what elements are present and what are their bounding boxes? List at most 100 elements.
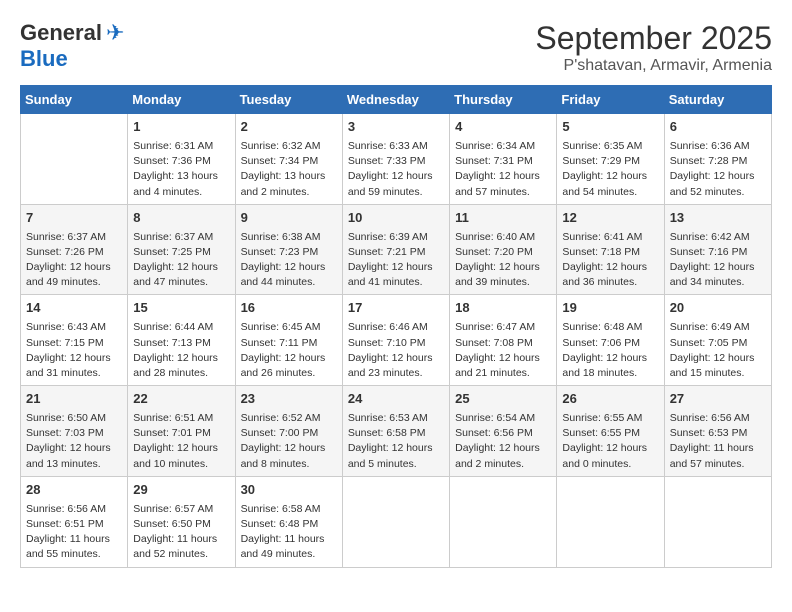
column-header-sunday: Sunday bbox=[21, 86, 128, 114]
logo-text-blue: Blue bbox=[20, 46, 68, 72]
day-number: 5 bbox=[562, 118, 658, 137]
page-header: General ✈ Blue September 2025 P'shatavan… bbox=[20, 20, 772, 75]
calendar-cell bbox=[450, 476, 557, 567]
day-info: Sunrise: 6:35 AMSunset: 7:29 PMDaylight:… bbox=[562, 139, 658, 200]
calendar-week-4: 21 Sunrise: 6:50 AMSunset: 7:03 PMDayligh… bbox=[21, 386, 772, 477]
day-info: Sunrise: 6:47 AMSunset: 7:08 PMDaylight:… bbox=[455, 320, 551, 381]
column-header-tuesday: Tuesday bbox=[235, 86, 342, 114]
month-title: September 2025 bbox=[535, 20, 772, 57]
day-info: Sunrise: 6:49 AMSunset: 7:05 PMDaylight:… bbox=[670, 320, 766, 381]
day-info: Sunrise: 6:44 AMSunset: 7:13 PMDaylight:… bbox=[133, 320, 229, 381]
logo-bird-icon: ✈ bbox=[106, 20, 124, 46]
calendar-cell: 22 Sunrise: 6:51 AMSunset: 7:01 PMDayligh… bbox=[128, 386, 235, 477]
calendar-table: SundayMondayTuesdayWednesdayThursdayFrid… bbox=[20, 85, 772, 568]
calendar-week-1: 1Sunrise: 6:31 AMSunset: 7:36 PMDaylight… bbox=[21, 114, 772, 205]
calendar-cell: 20 Sunrise: 6:49 AMSunset: 7:05 PMDayligh… bbox=[664, 295, 771, 386]
day-number: 6 bbox=[670, 118, 766, 137]
day-info: Sunrise: 6:34 AMSunset: 7:31 PMDaylight:… bbox=[455, 139, 551, 200]
day-info: Sunrise: 6:37 AMSunset: 7:26 PMDaylight:… bbox=[26, 230, 122, 291]
day-info: Sunrise: 6:43 AMSunset: 7:15 PMDaylight:… bbox=[26, 320, 122, 381]
day-info: Sunrise: 6:40 AMSunset: 7:20 PMDaylight:… bbox=[455, 230, 551, 291]
day-number: 24 bbox=[348, 390, 444, 409]
day-number: 20 bbox=[670, 299, 766, 318]
calendar-cell: 23 Sunrise: 6:52 AMSunset: 7:00 PMDayligh… bbox=[235, 386, 342, 477]
day-number: 12 bbox=[562, 209, 658, 228]
day-number: 7 bbox=[26, 209, 122, 228]
calendar-cell: 26Sunrise: 6:55 AMSunset: 6:55 PMDayligh… bbox=[557, 386, 664, 477]
calendar-cell: 2 Sunrise: 6:32 AMSunset: 7:34 PMDaylight… bbox=[235, 114, 342, 205]
day-info: Sunrise: 6:55 AMSunset: 6:55 PMDaylight:… bbox=[562, 411, 658, 472]
day-number: 13 bbox=[670, 209, 766, 228]
calendar-cell: 19 Sunrise: 6:48 AMSunset: 7:06 PMDayligh… bbox=[557, 295, 664, 386]
calendar-cell: 5 Sunrise: 6:35 AMSunset: 7:29 PMDaylight… bbox=[557, 114, 664, 205]
day-number: 29 bbox=[133, 481, 229, 500]
calendar-body: 1Sunrise: 6:31 AMSunset: 7:36 PMDaylight… bbox=[21, 114, 772, 568]
logo-text-general: General bbox=[20, 20, 102, 46]
day-info: Sunrise: 6:42 AMSunset: 7:16 PMDaylight:… bbox=[670, 230, 766, 291]
day-number: 4 bbox=[455, 118, 551, 137]
calendar-cell: 29 Sunrise: 6:57 AMSunset: 6:50 PMDayligh… bbox=[128, 476, 235, 567]
day-info: Sunrise: 6:33 AMSunset: 7:33 PMDaylight:… bbox=[348, 139, 444, 200]
calendar-cell bbox=[664, 476, 771, 567]
day-number: 19 bbox=[562, 299, 658, 318]
day-number: 21 bbox=[26, 390, 122, 409]
day-info: Sunrise: 6:36 AMSunset: 7:28 PMDaylight:… bbox=[670, 139, 766, 200]
column-header-friday: Friday bbox=[557, 86, 664, 114]
calendar-cell: 8 Sunrise: 6:37 AMSunset: 7:25 PMDaylight… bbox=[128, 204, 235, 295]
calendar-week-3: 14Sunrise: 6:43 AMSunset: 7:15 PMDayligh… bbox=[21, 295, 772, 386]
calendar-cell: 14Sunrise: 6:43 AMSunset: 7:15 PMDayligh… bbox=[21, 295, 128, 386]
day-number: 2 bbox=[241, 118, 337, 137]
day-number: 30 bbox=[241, 481, 337, 500]
day-number: 25 bbox=[455, 390, 551, 409]
day-info: Sunrise: 6:32 AMSunset: 7:34 PMDaylight:… bbox=[241, 139, 337, 200]
column-header-thursday: Thursday bbox=[450, 86, 557, 114]
day-info: Sunrise: 6:52 AMSunset: 7:00 PMDaylight:… bbox=[241, 411, 337, 472]
calendar-cell: 4 Sunrise: 6:34 AMSunset: 7:31 PMDaylight… bbox=[450, 114, 557, 205]
calendar-cell bbox=[342, 476, 449, 567]
calendar-cell: 15 Sunrise: 6:44 AMSunset: 7:13 PMDayligh… bbox=[128, 295, 235, 386]
calendar-cell: 10Sunrise: 6:39 AMSunset: 7:21 PMDayligh… bbox=[342, 204, 449, 295]
calendar-header-row: SundayMondayTuesdayWednesdayThursdayFrid… bbox=[21, 86, 772, 114]
day-info: Sunrise: 6:56 AMSunset: 6:51 PMDaylight:… bbox=[26, 502, 122, 563]
calendar-cell: 18 Sunrise: 6:47 AMSunset: 7:08 PMDayligh… bbox=[450, 295, 557, 386]
calendar-cell: 25Sunrise: 6:54 AMSunset: 6:56 PMDayligh… bbox=[450, 386, 557, 477]
calendar-week-2: 7 Sunrise: 6:37 AMSunset: 7:26 PMDaylight… bbox=[21, 204, 772, 295]
calendar-cell: 28 Sunrise: 6:56 AMSunset: 6:51 PMDayligh… bbox=[21, 476, 128, 567]
title-area: September 2025 P'shatavan, Armavir, Arme… bbox=[535, 20, 772, 75]
column-header-wednesday: Wednesday bbox=[342, 86, 449, 114]
calendar-cell: 21 Sunrise: 6:50 AMSunset: 7:03 PMDayligh… bbox=[21, 386, 128, 477]
day-info: Sunrise: 6:57 AMSunset: 6:50 PMDaylight:… bbox=[133, 502, 229, 563]
logo: General ✈ Blue bbox=[20, 20, 124, 72]
day-number: 16 bbox=[241, 299, 337, 318]
day-info: Sunrise: 6:45 AMSunset: 7:11 PMDaylight:… bbox=[241, 320, 337, 381]
column-header-saturday: Saturday bbox=[664, 86, 771, 114]
day-number: 22 bbox=[133, 390, 229, 409]
day-info: Sunrise: 6:50 AMSunset: 7:03 PMDaylight:… bbox=[26, 411, 122, 472]
day-number: 1 bbox=[133, 118, 229, 137]
calendar-cell: 9Sunrise: 6:38 AMSunset: 7:23 PMDaylight… bbox=[235, 204, 342, 295]
day-info: Sunrise: 6:41 AMSunset: 7:18 PMDaylight:… bbox=[562, 230, 658, 291]
column-header-monday: Monday bbox=[128, 86, 235, 114]
day-info: Sunrise: 6:38 AMSunset: 7:23 PMDaylight:… bbox=[241, 230, 337, 291]
day-info: Sunrise: 6:53 AMSunset: 6:58 PMDaylight:… bbox=[348, 411, 444, 472]
day-info: Sunrise: 6:37 AMSunset: 7:25 PMDaylight:… bbox=[133, 230, 229, 291]
day-info: Sunrise: 6:48 AMSunset: 7:06 PMDaylight:… bbox=[562, 320, 658, 381]
day-number: 15 bbox=[133, 299, 229, 318]
calendar-cell: 7 Sunrise: 6:37 AMSunset: 7:26 PMDaylight… bbox=[21, 204, 128, 295]
day-number: 11 bbox=[455, 209, 551, 228]
location-title: P'shatavan, Armavir, Armenia bbox=[535, 57, 772, 75]
calendar-cell: 11 Sunrise: 6:40 AMSunset: 7:20 PMDayligh… bbox=[450, 204, 557, 295]
day-number: 23 bbox=[241, 390, 337, 409]
day-info: Sunrise: 6:51 AMSunset: 7:01 PMDaylight:… bbox=[133, 411, 229, 472]
day-number: 18 bbox=[455, 299, 551, 318]
calendar-cell: 30Sunrise: 6:58 AMSunset: 6:48 PMDayligh… bbox=[235, 476, 342, 567]
calendar-cell: 27Sunrise: 6:56 AMSunset: 6:53 PMDayligh… bbox=[664, 386, 771, 477]
day-number: 28 bbox=[26, 481, 122, 500]
day-number: 8 bbox=[133, 209, 229, 228]
calendar-cell: 1Sunrise: 6:31 AMSunset: 7:36 PMDaylight… bbox=[128, 114, 235, 205]
calendar-cell bbox=[21, 114, 128, 205]
calendar-cell bbox=[557, 476, 664, 567]
day-number: 10 bbox=[348, 209, 444, 228]
calendar-cell: 17Sunrise: 6:46 AMSunset: 7:10 PMDayligh… bbox=[342, 295, 449, 386]
calendar-cell: 6 Sunrise: 6:36 AMSunset: 7:28 PMDaylight… bbox=[664, 114, 771, 205]
